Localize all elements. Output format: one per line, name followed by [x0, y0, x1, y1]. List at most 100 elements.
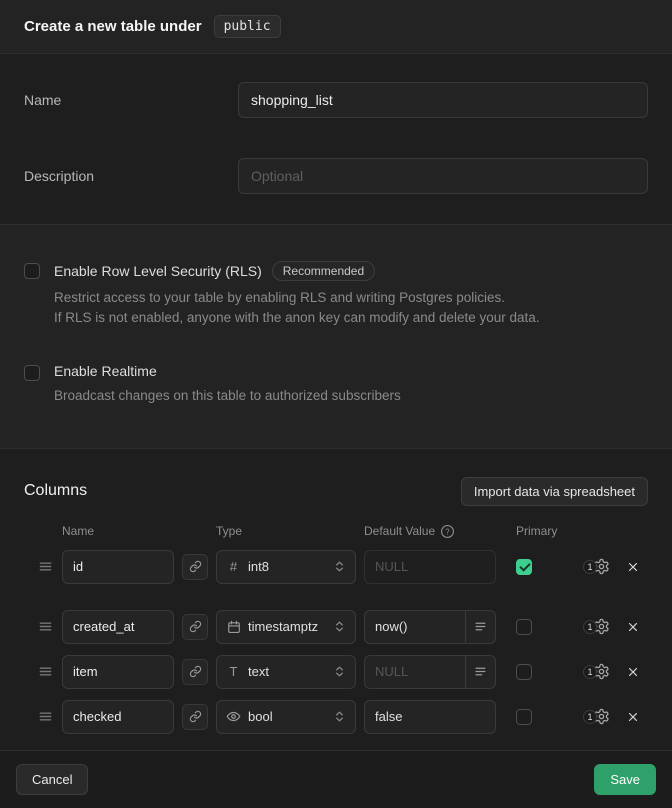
- column-name-input[interactable]: [62, 610, 174, 644]
- drag-handle-icon[interactable]: [38, 559, 54, 574]
- rls-option: Enable Row Level Security (RLS) Recommen…: [24, 261, 648, 329]
- dialog-header: Create a new table under public: [0, 0, 672, 54]
- primary-cell: [504, 619, 548, 635]
- columns-table-header: Name Type Default Value ? Primary: [0, 524, 672, 539]
- table-description-input[interactable]: [238, 158, 648, 194]
- row-actions: 1: [556, 708, 648, 726]
- column-default-field: [364, 700, 496, 734]
- column-row: # T text 1: [0, 655, 672, 689]
- settings-count-badge: 1: [583, 560, 597, 574]
- help-icon[interactable]: ?: [440, 524, 455, 539]
- row-actions: 1: [556, 618, 648, 636]
- chevron-updown-icon: [333, 710, 346, 723]
- column-row: # T bool 1: [0, 700, 672, 734]
- realtime-checkbox[interactable]: [24, 365, 40, 381]
- column-type-label: bool: [248, 709, 326, 724]
- primary-cell: [504, 559, 548, 575]
- primary-checkbox[interactable]: [516, 709, 532, 725]
- remove-column-button[interactable]: [624, 618, 642, 636]
- default-suggestions-button[interactable]: [465, 611, 495, 643]
- cancel-button[interactable]: Cancel: [16, 764, 88, 795]
- table-info-section: Name Description: [0, 54, 672, 225]
- column-default-input[interactable]: [365, 656, 465, 688]
- column-header-name: Name: [62, 524, 174, 538]
- calendar-icon: [226, 620, 241, 634]
- column-row: # T int8 1: [0, 550, 672, 584]
- column-type-select[interactable]: # T bool: [216, 700, 356, 734]
- save-button[interactable]: Save: [594, 764, 656, 795]
- recommended-badge: Recommended: [272, 261, 375, 281]
- column-name-input[interactable]: [62, 550, 174, 584]
- realtime-label: Enable Realtime: [54, 363, 157, 379]
- realtime-option-body: Enable Realtime Broadcast changes on thi…: [54, 363, 401, 406]
- primary-checkbox[interactable]: [516, 664, 532, 680]
- columns-title: Columns: [24, 482, 87, 500]
- remove-column-button[interactable]: [624, 708, 642, 726]
- remove-column-button[interactable]: [624, 663, 642, 681]
- text-type-icon: T: [226, 664, 241, 679]
- foreign-key-button[interactable]: [182, 554, 208, 580]
- row-actions: 1: [556, 663, 648, 681]
- description-row: Description: [24, 158, 648, 194]
- drag-handle-icon[interactable]: [38, 664, 54, 679]
- foreign-key-button[interactable]: [182, 704, 208, 730]
- link-icon: [189, 710, 202, 723]
- columns-section: Columns Import data via spreadsheet Name…: [0, 449, 672, 750]
- svg-text:?: ?: [445, 527, 450, 536]
- link-icon: [189, 620, 202, 633]
- hash-icon: #: [226, 559, 241, 574]
- table-options-section: Enable Row Level Security (RLS) Recommen…: [0, 225, 672, 449]
- list-icon: [474, 620, 487, 633]
- column-settings-button[interactable]: 1: [593, 558, 610, 575]
- link-icon: [189, 665, 202, 678]
- rls-warning: If RLS is not enabled, anyone with the a…: [54, 308, 540, 328]
- column-type-select[interactable]: # T int8: [216, 550, 356, 584]
- primary-checkbox[interactable]: [516, 559, 532, 575]
- settings-count-badge: 1: [583, 620, 597, 634]
- foreign-key-button[interactable]: [182, 659, 208, 685]
- column-type-select[interactable]: # T text: [216, 655, 356, 689]
- column-type-label: text: [248, 664, 326, 679]
- column-settings-button[interactable]: 1: [593, 618, 610, 635]
- chevron-updown-icon: [333, 620, 346, 633]
- rls-checkbox[interactable]: [24, 263, 40, 279]
- eye-icon: [226, 709, 241, 724]
- rls-description: Restrict access to your table by enablin…: [54, 288, 540, 308]
- column-settings-button[interactable]: 1: [593, 708, 610, 725]
- table-name-input[interactable]: [238, 82, 648, 118]
- rls-label: Enable Row Level Security (RLS): [54, 263, 262, 279]
- drag-handle-icon[interactable]: [38, 619, 54, 634]
- schema-badge: public: [214, 15, 281, 38]
- primary-cell: [504, 709, 548, 725]
- column-settings-button[interactable]: 1: [593, 663, 610, 680]
- column-default-field: [364, 655, 496, 689]
- chevron-updown-icon: [333, 560, 346, 573]
- column-default-field: [364, 610, 496, 644]
- chevron-updown-icon: [333, 665, 346, 678]
- primary-cell: [504, 664, 548, 680]
- settings-count-badge: 1: [583, 710, 597, 724]
- row-actions: 1: [556, 558, 648, 576]
- remove-column-button[interactable]: [624, 558, 642, 576]
- column-type-label: timestamptz: [248, 619, 326, 634]
- column-name-input[interactable]: [62, 655, 174, 689]
- rls-option-body: Enable Row Level Security (RLS) Recommen…: [54, 261, 540, 329]
- list-icon: [474, 665, 487, 678]
- foreign-key-button[interactable]: [182, 614, 208, 640]
- column-default-input[interactable]: [365, 551, 495, 583]
- default-suggestions-button[interactable]: [465, 656, 495, 688]
- column-type-label: int8: [248, 559, 326, 574]
- primary-checkbox[interactable]: [516, 619, 532, 635]
- column-row: # T timestamptz 1: [0, 610, 672, 644]
- column-name-input[interactable]: [62, 700, 174, 734]
- column-default-input[interactable]: [365, 611, 465, 643]
- realtime-description: Broadcast changes on this table to autho…: [54, 386, 401, 406]
- columns-rows: # T int8 1: [0, 550, 672, 734]
- import-spreadsheet-button[interactable]: Import data via spreadsheet: [461, 477, 648, 506]
- name-label: Name: [24, 92, 238, 108]
- column-default-input[interactable]: [365, 701, 495, 733]
- column-type-select[interactable]: # T timestamptz: [216, 610, 356, 644]
- column-header-type: Type: [216, 524, 356, 538]
- drag-handle-icon[interactable]: [38, 709, 54, 724]
- column-header-default: Default Value: [364, 524, 435, 538]
